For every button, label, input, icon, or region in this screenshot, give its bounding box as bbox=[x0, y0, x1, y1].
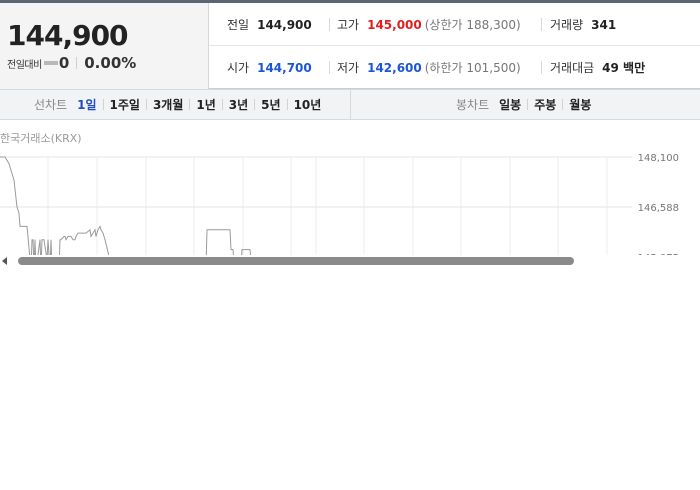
candle-chart-tabs: 봉차트 일봉 주봉 월봉 bbox=[351, 90, 700, 119]
divider bbox=[254, 99, 256, 110]
intraday-line-chart: 148,100146,588145,075 bbox=[0, 153, 679, 255]
open-label: 시가 bbox=[227, 61, 250, 75]
amount-label: 거래대금 bbox=[550, 61, 595, 75]
amount-value: 49 백만 bbox=[602, 61, 646, 75]
divider bbox=[102, 99, 104, 110]
y-tick-label: 146,588 bbox=[638, 203, 679, 214]
flat-change-icon bbox=[43, 61, 58, 65]
change-rate: 0.00% bbox=[84, 54, 137, 72]
y-tick-label: 148,100 bbox=[638, 153, 679, 164]
divider bbox=[541, 61, 542, 74]
open-cell: 시가 144,700 bbox=[227, 46, 312, 89]
tab-1year[interactable]: 1년 bbox=[196, 96, 215, 113]
tab-10year[interactable]: 10년 bbox=[294, 96, 322, 113]
divider bbox=[145, 99, 147, 110]
change-value: 0 bbox=[58, 54, 70, 72]
volume-value: 341 bbox=[591, 17, 617, 32]
prev-close-label: 전일 bbox=[227, 18, 250, 32]
divider bbox=[329, 61, 330, 74]
price-chart: 한국거래소(KRX) 148,100146,588145,075 bbox=[0, 120, 700, 270]
divider bbox=[221, 99, 223, 110]
line-chart-tabs: 선차트 1일 1주일 3개월 1년 3년 5년 10년 bbox=[0, 90, 351, 119]
price-line bbox=[0, 156, 252, 255]
chart-period-tabs: 선차트 1일 1주일 3개월 1년 3년 5년 10년 봉차트 일봉 주봉 월봉 bbox=[0, 89, 700, 120]
tab-3month[interactable]: 3개월 bbox=[153, 96, 183, 113]
change-row: 전일대비 0 0.00% bbox=[7, 53, 136, 73]
low-label: 저가 bbox=[337, 61, 360, 75]
line-chart-label: 선차트 bbox=[34, 98, 68, 112]
divider bbox=[189, 99, 191, 110]
tab-1week[interactable]: 1주일 bbox=[110, 96, 140, 113]
volume-cell: 거래량 341 bbox=[550, 3, 616, 46]
quote-summary: 144,900 전일대비 0 0.00% 전일 144,900 고가 145,0… bbox=[0, 3, 700, 89]
divider bbox=[541, 18, 542, 31]
tab-3year[interactable]: 3년 bbox=[229, 96, 248, 113]
stats-row-1: 전일 144,900 고가 145,000 (상한가 188,300) 거래량 … bbox=[209, 3, 700, 46]
lower-limit: (하한가 101,500) bbox=[424, 61, 521, 75]
price-stats: 전일 144,900 고가 145,000 (상한가 188,300) 거래량 … bbox=[209, 3, 700, 89]
tab-5year[interactable]: 5년 bbox=[261, 96, 280, 113]
high-value: 145,000 bbox=[367, 17, 422, 32]
divider bbox=[329, 18, 330, 31]
high-cell: 고가 145,000 (상한가 188,300) bbox=[337, 3, 521, 46]
current-price-box: 144,900 전일대비 0 0.00% bbox=[0, 3, 209, 89]
divider bbox=[286, 99, 288, 110]
open-value: 144,700 bbox=[257, 60, 312, 75]
chart-scrollbar[interactable] bbox=[0, 255, 700, 268]
volume-label: 거래량 bbox=[550, 18, 584, 32]
tab-weekly-candle[interactable]: 주봉 bbox=[534, 96, 556, 113]
tab-daily-candle[interactable]: 일봉 bbox=[499, 96, 521, 113]
tab-monthly-candle[interactable]: 월봉 bbox=[569, 96, 591, 113]
stats-row-2: 시가 144,700 저가 142,600 (하한가 101,500) 거래대금… bbox=[209, 46, 700, 89]
scroll-left-arrow-icon[interactable] bbox=[2, 257, 7, 265]
amount-cell: 거래대금 49 백만 bbox=[550, 46, 645, 89]
low-cell: 저가 142,600 (하한가 101,500) bbox=[337, 46, 521, 89]
low-value: 142,600 bbox=[367, 60, 422, 75]
prev-close-cell: 전일 144,900 bbox=[227, 3, 312, 46]
high-label: 고가 bbox=[337, 18, 360, 32]
upper-limit: (상한가 188,300) bbox=[424, 18, 521, 32]
divider bbox=[527, 99, 529, 110]
change-label: 전일대비 bbox=[7, 59, 42, 71]
candle-chart-label: 봉차트 bbox=[456, 98, 490, 112]
scroll-thumb[interactable] bbox=[18, 257, 574, 265]
divider bbox=[76, 57, 78, 69]
tab-1day[interactable]: 1일 bbox=[77, 96, 96, 113]
prev-close-value: 144,900 bbox=[257, 17, 312, 32]
current-price: 144,900 bbox=[7, 19, 129, 52]
divider bbox=[562, 99, 564, 110]
